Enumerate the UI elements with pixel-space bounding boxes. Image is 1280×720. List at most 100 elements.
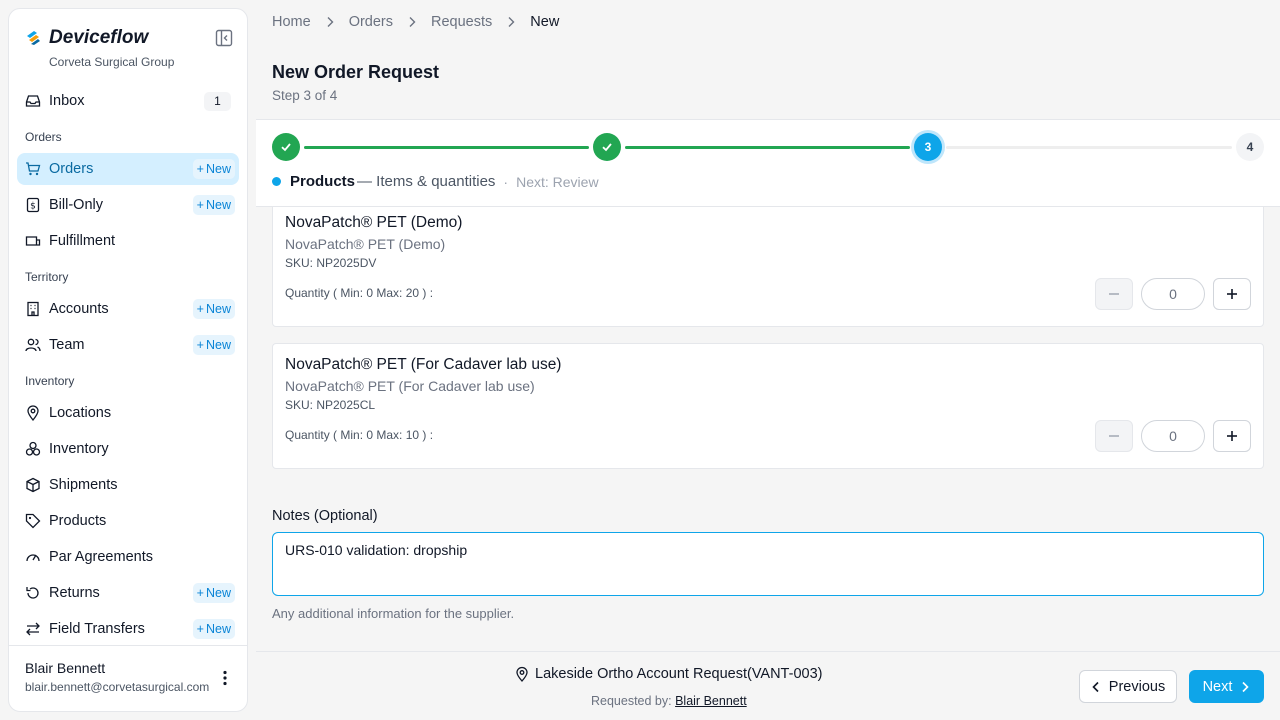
user-name: Blair Bennett	[25, 660, 106, 676]
collapse-sidebar-icon[interactable]	[215, 29, 233, 47]
sidebar-item-inventory[interactable]: Inventory	[17, 433, 239, 465]
sidebar-item-bill-only[interactable]: $ Bill-Only + New	[17, 189, 239, 221]
check-icon	[602, 143, 612, 152]
sidebar-item-par-agreements[interactable]: Par Agreements	[17, 541, 239, 573]
org-name: Corveta Surgical Group	[49, 55, 175, 69]
new-return-button[interactable]: + New	[192, 583, 235, 603]
section-label-inventory: Inventory	[25, 374, 75, 388]
step-1-completed[interactable]	[272, 133, 300, 161]
progress-stepper: 3 4 Products — Items & quantities · Next…	[256, 119, 1280, 207]
plus-icon: +	[196, 622, 204, 636]
requested-by: Requested by: Blair Bennett	[591, 694, 747, 708]
previous-button[interactable]: Previous	[1079, 670, 1177, 703]
check-icon	[281, 143, 291, 152]
product-sku: SKU: NP2025CL	[285, 398, 376, 412]
step-name: Products	[290, 173, 356, 190]
sidebar-item-products[interactable]: Products	[17, 505, 239, 537]
inbox-icon	[25, 93, 41, 109]
new-team-button[interactable]: + New	[192, 335, 235, 355]
breadcrumb: Home Orders Requests New	[272, 14, 559, 30]
sidebar-item-fulfillment[interactable]: Fulfillment	[17, 225, 239, 257]
breadcrumb-current: New	[530, 14, 560, 30]
new-bill-only-button[interactable]: + New	[192, 195, 235, 215]
minus-icon	[1109, 435, 1119, 437]
fulfillment-icon	[25, 233, 41, 249]
plus-icon	[1227, 431, 1237, 441]
product-description: NovaPatch® PET (For Cadaver lab use)	[285, 378, 535, 394]
sidebar: Deviceflow Corveta Surgical Group Inbox …	[8, 8, 248, 712]
arrows-left-right-icon	[25, 621, 41, 637]
next-button[interactable]: Next	[1189, 670, 1264, 703]
product-card: NovaPatch® PET (For Cadaver lab use) Nov…	[272, 343, 1264, 469]
chevron-right-icon	[506, 16, 516, 28]
notes-help-text: Any additional information for the suppl…	[272, 606, 515, 621]
step-connector-2	[625, 146, 910, 149]
sidebar-item-returns[interactable]: Returns + New	[17, 577, 239, 609]
quantity-input[interactable]	[1141, 278, 1205, 310]
chevron-left-icon	[1092, 681, 1099, 692]
step-description: — Items & quantities	[357, 173, 496, 190]
requested-by-label: Requested by:	[591, 694, 672, 708]
breadcrumb-requests[interactable]: Requests	[431, 14, 492, 30]
receipt-icon: $	[25, 197, 41, 213]
step-connector-1	[304, 146, 589, 149]
next-button-label: Next	[1202, 678, 1233, 695]
sidebar-item-label: Inventory	[49, 441, 109, 457]
sidebar-item-label: Fulfillment	[49, 233, 116, 249]
boxes-icon	[25, 441, 41, 457]
inbox-count-badge: 1	[204, 92, 231, 111]
svg-text:$: $	[30, 202, 36, 212]
brand[interactable]: Deviceflow	[25, 27, 148, 49]
increase-quantity-button[interactable]	[1213, 278, 1251, 310]
user-profile[interactable]: Blair Bennett blair.bennett@corvetasurgi…	[9, 645, 247, 711]
decrease-quantity-button[interactable]	[1095, 278, 1133, 310]
sidebar-item-label: Orders	[49, 161, 94, 177]
new-field-transfer-button[interactable]: + New	[192, 619, 235, 639]
requested-by-user-link[interactable]: Blair Bennett	[675, 694, 747, 708]
step-next-label: Next: Review	[516, 173, 599, 190]
plus-icon: +	[196, 302, 204, 316]
step-connector-3	[946, 146, 1232, 149]
new-account-button[interactable]: + New	[192, 299, 235, 319]
product-card: NovaPatch® PET (Demo) NovaPatch® PET (De…	[272, 207, 1264, 327]
plus-icon	[1227, 289, 1237, 299]
product-name: NovaPatch® PET (For Cadaver lab use)	[285, 356, 562, 373]
breadcrumb-home[interactable]: Home	[272, 14, 311, 30]
sidebar-item-orders[interactable]: Orders + New	[17, 153, 239, 185]
sidebar-item-inbox[interactable]: Inbox 1	[17, 85, 239, 117]
notes-textarea[interactable]: URS-010 validation: dropship	[272, 532, 1264, 596]
account-name: Lakeside Ortho Account Request(VANT-003)	[535, 666, 823, 682]
sidebar-item-label: Par Agreements	[49, 549, 153, 565]
plus-icon: +	[196, 162, 204, 176]
tag-icon	[25, 513, 41, 529]
minus-icon	[1109, 293, 1119, 295]
location-target-icon	[516, 666, 528, 682]
sidebar-item-field-transfers[interactable]: Field Transfers + New	[17, 613, 239, 645]
rotate-ccw-icon	[25, 585, 41, 601]
sidebar-item-locations[interactable]: Locations	[17, 397, 239, 429]
quantity-label: Quantity ( Min: 0 Max: 20 ) :	[285, 286, 434, 300]
new-order-button[interactable]: + New	[192, 159, 235, 179]
account-request-info: Lakeside Ortho Account Request(VANT-003)	[514, 666, 822, 682]
decrease-quantity-button[interactable]	[1095, 420, 1133, 452]
step-4-pending: 4	[1236, 133, 1264, 161]
sidebar-item-label: Field Transfers	[49, 621, 145, 637]
breadcrumb-orders[interactable]: Orders	[349, 14, 393, 30]
quantity-input[interactable]	[1141, 420, 1205, 452]
sidebar-item-label: Shipments	[49, 477, 118, 493]
sidebar-item-label: Team	[49, 337, 85, 353]
sidebar-item-shipments[interactable]: Shipments	[17, 469, 239, 501]
sidebar-item-label: Products	[49, 513, 107, 529]
step-separator: ·	[503, 173, 509, 190]
product-sku: SKU: NP2025DV	[285, 256, 377, 270]
map-pin-icon	[25, 405, 41, 421]
sidebar-item-accounts[interactable]: Accounts + New	[17, 293, 239, 325]
plus-icon: +	[196, 338, 204, 352]
more-vertical-icon[interactable]	[215, 668, 235, 688]
sidebar-item-team[interactable]: Team + New	[17, 329, 239, 361]
increase-quantity-button[interactable]	[1213, 420, 1251, 452]
sidebar-item-label: Accounts	[49, 301, 109, 317]
previous-button-label: Previous	[1108, 678, 1166, 695]
step-2-completed[interactable]	[593, 133, 621, 161]
current-step-dot	[272, 177, 281, 186]
